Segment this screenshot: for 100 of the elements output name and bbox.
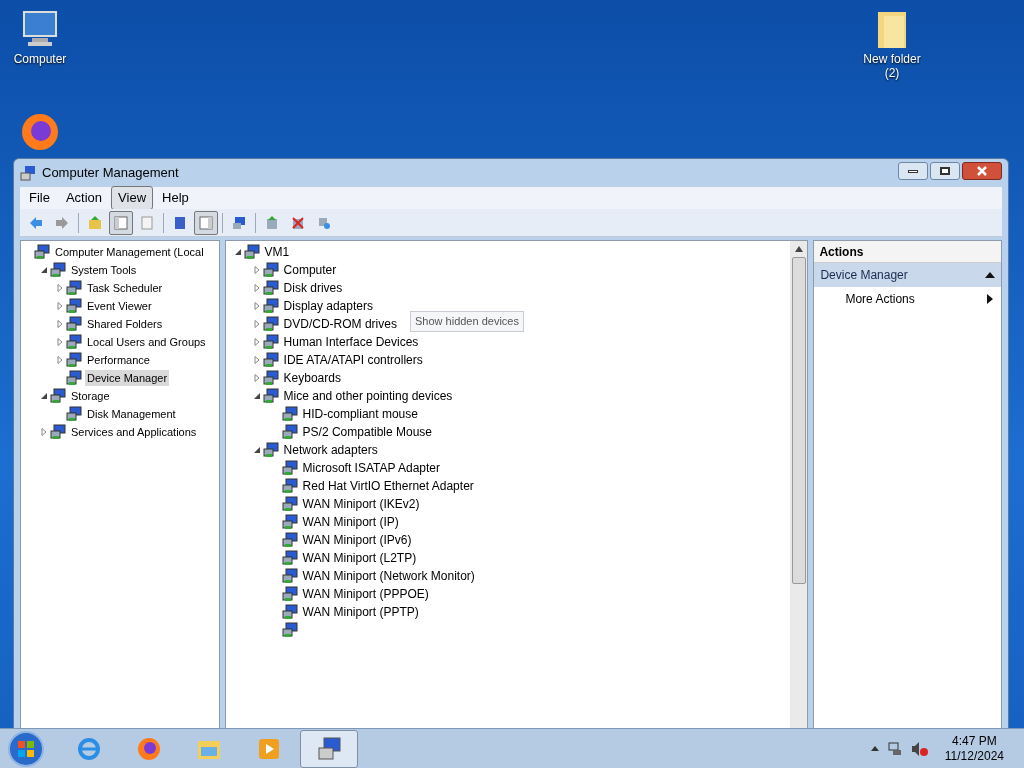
- expand-arrow-icon[interactable]: [252, 284, 261, 292]
- menu-item[interactable]: View: [111, 186, 154, 210]
- collapse-arrow-icon[interactable]: [252, 392, 261, 400]
- device-icon: [66, 406, 82, 422]
- collapse-arrow-icon[interactable]: [40, 266, 48, 274]
- expand-arrow-icon[interactable]: [252, 356, 261, 364]
- tree-item[interactable]: WAN Miniport (IKEv2): [300, 495, 422, 513]
- device-icon: [262, 316, 279, 332]
- taskbar-button[interactable]: [300, 729, 358, 768]
- tree-item[interactable]: WAN Miniport (L2TP): [300, 549, 419, 567]
- device-icon: [262, 352, 279, 368]
- tree-item[interactable]: Shared Folders: [85, 315, 165, 333]
- tree-item[interactable]: Network adapters: [281, 441, 380, 459]
- device-icon: [34, 244, 50, 260]
- collapse-arrow-icon[interactable]: [233, 248, 242, 256]
- device-icon: [262, 370, 279, 386]
- collapse-arrow-icon[interactable]: [252, 446, 261, 454]
- expand-arrow-icon[interactable]: [56, 338, 64, 346]
- clock[interactable]: 4:47 PM 11/12/2024: [944, 733, 1004, 764]
- menu-item[interactable]: Help: [155, 186, 196, 210]
- device-icon: [66, 316, 82, 332]
- up-icon: [87, 214, 103, 231]
- desktop-icon-label: Computer: [12, 52, 68, 66]
- tree-item[interactable]: Mice and other pointing devices: [281, 387, 455, 405]
- minimize-button[interactable]: [898, 162, 928, 180]
- scrollbar[interactable]: [790, 241, 808, 728]
- tree-item[interactable]: Display adapters: [281, 297, 375, 315]
- device-icon: [66, 370, 82, 386]
- expand-arrow-icon[interactable]: [56, 284, 64, 292]
- tree-item[interactable]: Human Interface Devices: [281, 333, 421, 351]
- tree-item[interactable]: WAN Miniport (Network Monitor): [300, 567, 477, 585]
- device-icon: [50, 424, 66, 440]
- tree-item[interactable]: Local Users and Groups: [85, 333, 208, 351]
- device-icon: [231, 214, 247, 231]
- tree-item[interactable]: Microsoft ISATAP Adapter: [300, 459, 442, 477]
- device-icon: [262, 280, 279, 296]
- expand-arrow-icon[interactable]: [252, 266, 261, 274]
- tree-item[interactable]: WAN Miniport (PPTP): [300, 603, 421, 621]
- tree-item[interactable]: Device Manager: [85, 369, 170, 387]
- device-icon: [281, 586, 298, 602]
- toolbar-button[interactable]: [109, 210, 133, 235]
- device-icon: [66, 352, 82, 368]
- network-icon[interactable]: [886, 740, 903, 757]
- forward-icon: [54, 214, 70, 231]
- muted-speaker-icon[interactable]: [910, 740, 929, 757]
- toolbar-button[interactable]: [194, 210, 218, 235]
- tree-item[interactable]: Keyboards: [281, 369, 343, 387]
- tray-arrow-icon[interactable]: [870, 746, 879, 751]
- desktop-icon-label: New folder (2): [862, 52, 922, 80]
- device-icon: [281, 568, 298, 584]
- expand-arrow-icon[interactable]: [252, 320, 261, 328]
- computer-management-icon: [315, 734, 343, 763]
- tree-item[interactable]: Event Viewer: [85, 297, 154, 315]
- collapse-arrow-icon[interactable]: [40, 392, 48, 400]
- expand-arrow-icon[interactable]: [56, 302, 64, 310]
- tree-item[interactable]: DVD/CD-ROM drives: [281, 315, 399, 333]
- submenu-arrow-icon: [987, 294, 993, 304]
- clock-date: 11/12/2024: [944, 748, 1004, 764]
- tree-item[interactable]: VM1: [262, 243, 292, 261]
- expand-arrow-icon[interactable]: [252, 302, 261, 310]
- tree-item[interactable]: Computer: [281, 261, 339, 279]
- tree-item[interactable]: Disk drives: [281, 279, 345, 297]
- window-title: Computer Management: [42, 164, 179, 183]
- update-icon: [264, 214, 280, 231]
- device-icon: [281, 550, 298, 566]
- tree-item[interactable]: WAN Miniport (PPPOE): [300, 585, 431, 603]
- tree-item[interactable]: PS/2 Compatible Mouse: [300, 423, 434, 441]
- action-label: More Actions: [845, 291, 915, 308]
- tree-item[interactable]: IDE ATA/ATAPI controllers: [281, 351, 425, 369]
- device-icon: [281, 424, 298, 440]
- expand-arrow-icon[interactable]: [252, 338, 261, 346]
- menu-item[interactable]: Action: [58, 186, 110, 210]
- device-icon: [243, 244, 260, 260]
- tree-item[interactable]: Task Scheduler: [85, 279, 165, 297]
- expand-arrow-icon[interactable]: [252, 374, 261, 382]
- tree-item[interactable]: WAN Miniport (IP): [300, 513, 401, 531]
- tree-item[interactable]: Performance: [85, 351, 152, 369]
- close-button[interactable]: [962, 162, 1002, 180]
- tree-item[interactable]: HID-compliant mouse: [300, 405, 420, 423]
- tree-item[interactable]: Storage: [69, 387, 112, 405]
- tree-item[interactable]: System Tools: [69, 261, 139, 279]
- scroll-up-arrow-icon[interactable]: [794, 246, 803, 252]
- device-icon: [262, 388, 279, 404]
- start-button[interactable]: [8, 730, 44, 767]
- tree-item[interactable]: WAN Miniport (IPv6): [300, 531, 414, 549]
- maximize-button[interactable]: [930, 162, 960, 180]
- device-icon: [66, 298, 82, 314]
- expand-arrow-icon[interactable]: [40, 428, 48, 436]
- expand-arrow-icon[interactable]: [56, 320, 64, 328]
- device-icon: [262, 298, 279, 314]
- tooltip-text: Show hidden devices: [410, 311, 524, 332]
- tree-item[interactable]: Services and Applications: [69, 423, 199, 441]
- tree-item[interactable]: Computer Management (Local: [53, 243, 206, 261]
- action-item[interactable]: More Actions: [814, 287, 1001, 311]
- expand-arrow-icon[interactable]: [56, 356, 64, 364]
- page-icon: [139, 214, 155, 231]
- tree-item[interactable]: Disk Management: [85, 405, 178, 423]
- tree-item[interactable]: Red Hat VirtIO Ethernet Adapter: [300, 477, 476, 495]
- menu-item[interactable]: File: [22, 186, 57, 210]
- section-header[interactable]: Device Manager: [814, 263, 1001, 287]
